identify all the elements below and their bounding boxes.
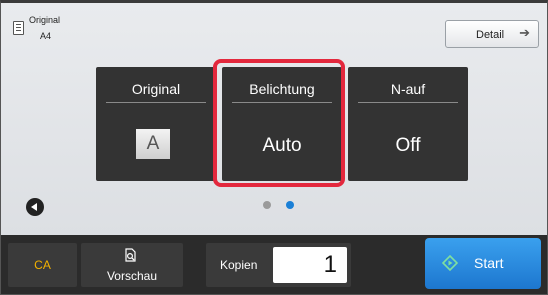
original-size: A4	[40, 31, 52, 41]
page-indicator-1[interactable]	[263, 201, 271, 209]
preview-icon	[125, 248, 136, 262]
detail-button[interactable]: Detail ➔	[445, 20, 539, 48]
document-icon	[13, 21, 24, 35]
arrow-right-icon: ➔	[519, 25, 530, 40]
original-info: Original A4	[9, 9, 69, 43]
copies-label: Kopien	[220, 258, 258, 272]
tile-n-auf[interactable]: N-auf Off	[348, 67, 468, 181]
start-button[interactable]: Start	[425, 238, 541, 289]
clear-all-button[interactable]: CA	[8, 243, 77, 287]
copies-control: Kopien 1	[206, 243, 351, 287]
previous-page-icon[interactable]	[26, 198, 44, 216]
tile-original[interactable]: Original A	[96, 67, 216, 181]
tile-divider	[106, 102, 206, 103]
page-indicator-2[interactable]	[286, 201, 294, 209]
original-label: Original	[29, 15, 61, 25]
start-label: Start	[474, 255, 504, 271]
preview-label: Vorschau	[106, 269, 158, 283]
copy-screen: Original A4 Detail ➔ Original A Belichtu…	[0, 0, 548, 295]
start-icon	[442, 255, 458, 271]
bottom-bar: CA Vorschau Kopien 1 Start	[1, 235, 547, 294]
orientation-a-icon: A	[136, 129, 170, 159]
detail-label: Detail	[476, 29, 505, 41]
copies-input[interactable]: 1	[273, 247, 347, 283]
tile-n-auf-title: N-auf	[390, 81, 426, 97]
preview-button[interactable]: Vorschau	[81, 243, 183, 287]
tile-original-title: Original	[131, 81, 181, 97]
tile-divider	[358, 102, 458, 103]
tile-n-auf-value: Off	[395, 135, 421, 156]
highlight-frame	[213, 59, 345, 187]
